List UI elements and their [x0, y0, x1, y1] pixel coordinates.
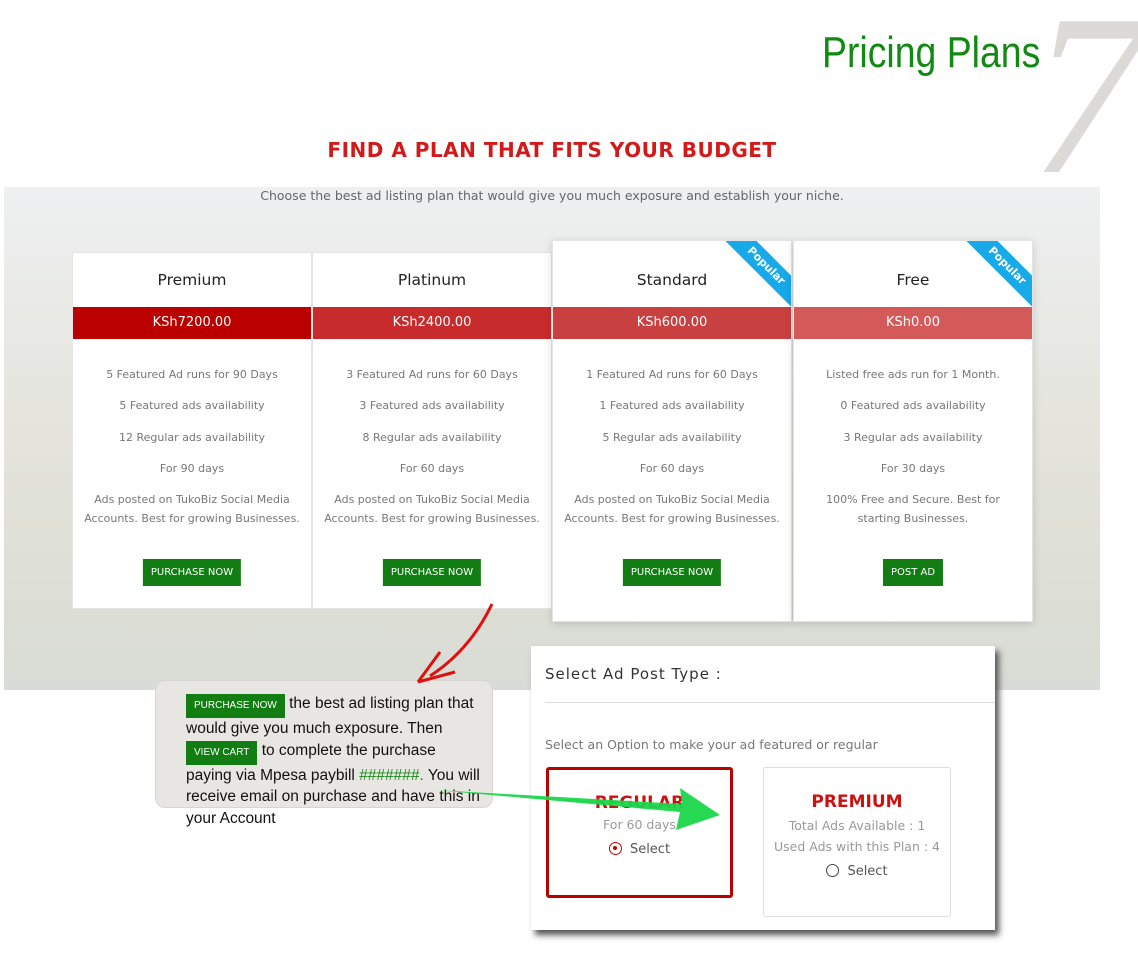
annotation-arrows: [416, 603, 720, 830]
red-arrow: [429, 603, 494, 678]
red-arrow-head: [416, 651, 456, 684]
green-arrow: [435, 788, 720, 830]
